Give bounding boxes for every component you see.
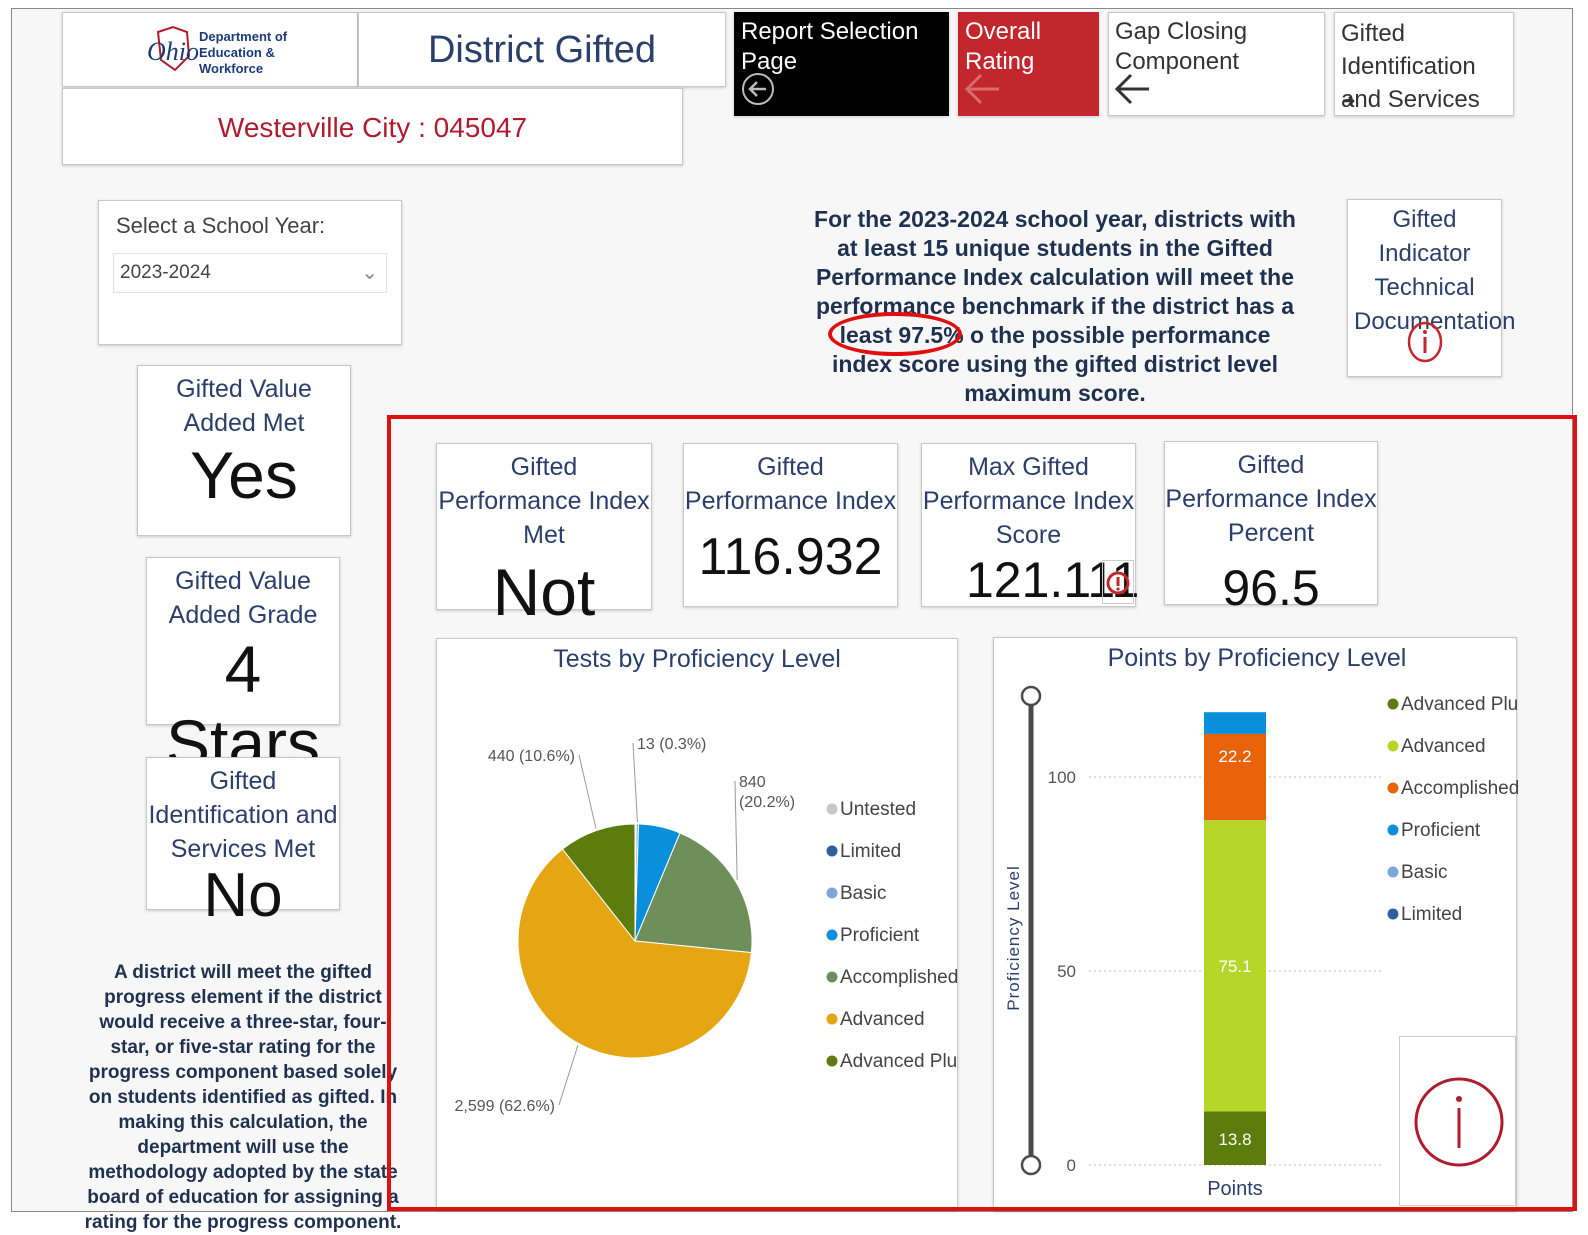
legend-label[interactable]: Accomplished (1401, 778, 1518, 799)
svg-text:Workforce: Workforce (199, 61, 263, 76)
technical-documentation-button[interactable]: Gifted Indicator Technical Documentation (1347, 199, 1515, 377)
benchmark-note: For the 2023-2024 school year, districts… (814, 206, 1296, 406)
nav-overall-rating-button[interactable]: Overall Rating (958, 12, 1099, 116)
pie-data-label: 440 (10.6%) (488, 748, 575, 765)
y-tick-label: 100 (1048, 768, 1076, 787)
nav-gifted-identification-button[interactable]: Gifted Identification and Services (1334, 12, 1514, 116)
legend-marker (826, 845, 838, 857)
gpi-percent-value: 96.5 (1222, 560, 1320, 616)
max-gpi-info-button[interactable] (1102, 560, 1134, 604)
year-select-label: Select a School Year: (116, 213, 326, 238)
legend-label[interactable]: Advanced Plus (840, 1051, 957, 1072)
pie-data-label: 13 (0.3%) (637, 736, 706, 753)
pie-chart: 13 (0.3%) 840 (20.2%) 2,599 (62.6%) 440 (10.… (454, 736, 957, 1115)
legend-label[interactable]: Basic (840, 883, 886, 904)
y-tick-label: 0 (1067, 1156, 1076, 1175)
arrow-right-icon (1343, 96, 1355, 106)
pie-data-label: 840 (739, 774, 766, 791)
pie-leader-line (558, 1045, 579, 1106)
arrow-left-icon (1114, 73, 1149, 105)
info-icon (1407, 321, 1443, 363)
legend-marker (1387, 824, 1399, 836)
year-select-value: 2023-2024 (120, 262, 211, 283)
y-axis-label: Proficiency Level (1004, 865, 1023, 1011)
red-circle-annotation (827, 312, 962, 356)
svg-text:Education &: Education & (199, 45, 275, 60)
pie-leader-line (578, 754, 597, 829)
legend-marker (1387, 698, 1399, 710)
svg-text:Ohio: Ohio (147, 37, 199, 66)
legend-marker (1387, 908, 1399, 920)
pie-leader-line (734, 780, 738, 880)
svg-text:Department of: Department of (199, 29, 288, 44)
info-icon (1414, 1077, 1504, 1167)
legend-label[interactable]: Limited (1401, 904, 1462, 925)
legend-label[interactable]: Advanced (840, 1009, 925, 1030)
pie-data-label: 2,599 (62.6%) (454, 1098, 555, 1115)
nav-report-selection-button[interactable]: Report Selection Page (734, 12, 949, 116)
legend-marker (1387, 740, 1399, 752)
page-title: District Gifted (427, 29, 657, 71)
bar-data-label: 75.1 (1218, 957, 1251, 976)
legend-label[interactable]: Untested (840, 799, 916, 820)
highlighted-percent: least 97.5% o (827, 312, 984, 356)
chart-info-button[interactable] (1399, 1036, 1516, 1206)
x-axis-label: Points (1207, 1178, 1263, 1200)
progress-note: A district will meet the gifted progress… (84, 962, 402, 1233)
legend-label[interactable]: Limited (840, 841, 901, 862)
legend-label[interactable]: Advanced (1401, 736, 1486, 757)
legend-label[interactable]: Accomplished (840, 967, 957, 988)
year-select-card: Select a School Year: 2023-2024 ⌄ (98, 200, 402, 345)
info-icon (1106, 571, 1130, 595)
points-by-proficiency-chart: Points by Proficiency Level Proficiency … (993, 637, 1518, 1211)
legend-marker (826, 1013, 838, 1025)
gpi-met-card: Gifted Performance Index Met Not Met (436, 443, 652, 709)
legend-marker (826, 929, 838, 941)
gpi-value: 116.932 (698, 528, 883, 586)
legend-label[interactable]: Advanced Plus (1401, 694, 1518, 715)
legend-marker (1387, 866, 1399, 878)
district-name: Westerville City : 045047 (217, 112, 528, 143)
gifted-identification-met-card: Gifted Identification and Services Met N… (146, 757, 340, 927)
slider-handle[interactable] (1020, 1154, 1042, 1176)
max-gpi-card: Max Gifted Performance Index Score 121.1… (921, 443, 1139, 608)
nav-gap-closing-button[interactable]: Gap Closing Component (1108, 12, 1325, 116)
legend-label[interactable]: Proficient (840, 925, 920, 946)
legend-label[interactable]: Basic (1401, 862, 1447, 883)
slider-handle[interactable] (1020, 685, 1042, 707)
bar-data-label: 13.8 (1218, 1130, 1251, 1149)
gifted-value-added-met-value: Yes (190, 438, 298, 512)
circle-arrow-left-icon (742, 73, 774, 105)
gifted-identification-met-value: No (203, 861, 283, 930)
legend-marker (1387, 782, 1399, 794)
district-card: Westerville City : 045047 (62, 88, 683, 165)
pie-data-label: (20.2%) (739, 794, 795, 811)
arrow-left-icon (964, 73, 999, 105)
chevron-down-icon: ⌄ (361, 262, 378, 284)
gifted-value-added-met-card: Gifted Value Added Met Yes (137, 365, 351, 536)
legend-marker (826, 887, 838, 899)
legend-label[interactable]: Proficient (1401, 820, 1481, 841)
legend-marker (826, 971, 838, 983)
legend-marker (826, 803, 838, 815)
gpi-card: Gifted Performance Index 116.932 (683, 443, 898, 607)
gifted-value-added-grade-card: Gifted Value Added Grade 4 Stars (146, 557, 340, 780)
year-select-dropdown[interactable]: 2023-2024 ⌄ (113, 253, 387, 293)
bar-data-label: 22.2 (1218, 747, 1251, 766)
tests-by-proficiency-chart: Tests by Proficiency Level 13 (0.3%) 840(… (436, 638, 958, 1210)
bar-segment-proficient[interactable] (1204, 712, 1266, 734)
pie-leader-line (632, 742, 638, 823)
logo-card: Ohio Department of Education & Workforce (62, 12, 358, 87)
ohio-logo: Ohio Department of Education & Workforce (147, 25, 288, 76)
page-title-card: District Gifted (358, 12, 726, 87)
y-tick-label: 50 (1057, 962, 1076, 981)
gpi-percent-card: Gifted Performance Index Percent 96.5 (1164, 441, 1378, 616)
legend-marker (826, 1055, 838, 1067)
